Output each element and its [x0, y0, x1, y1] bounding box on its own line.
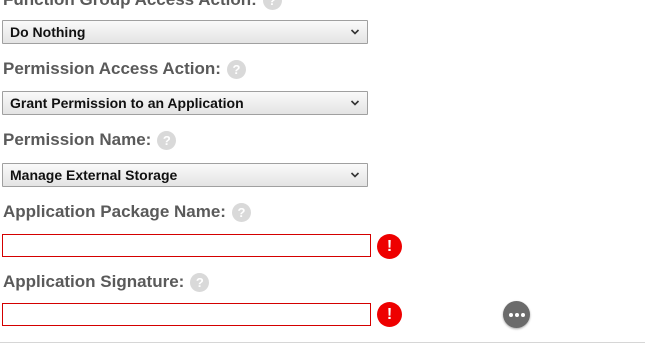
permission-access-action-value: Grant Permission to an Application: [10, 95, 244, 111]
help-icon[interactable]: ?: [262, 0, 282, 10]
more-options-dot: [520, 312, 525, 317]
function-group-access-action-value: Do Nothing: [10, 24, 86, 40]
function-group-access-action-label: Function Group Access Action:: [3, 0, 257, 12]
application-signature-input[interactable]: [2, 303, 371, 326]
application-package-name-input[interactable]: [2, 234, 371, 257]
application-package-name-label-row: Application Package Name: ?: [3, 200, 251, 224]
chevron-down-icon: [350, 100, 360, 106]
help-icon[interactable]: ?: [226, 59, 246, 79]
chevron-down-icon: [350, 29, 360, 35]
divider: [0, 342, 645, 343]
permission-name-label-row: Permission Name: ?: [3, 128, 177, 152]
permission-access-action-label: Permission Access Action:: [3, 59, 221, 78]
permission-name-label: Permission Name:: [3, 130, 152, 149]
exclamation-circle-icon: !: [377, 302, 402, 327]
help-icon[interactable]: ?: [190, 272, 210, 292]
more-options-dot: [508, 312, 513, 317]
more-options-dot: [514, 312, 519, 317]
chevron-down-icon: [350, 172, 360, 178]
help-icon[interactable]: ?: [231, 202, 251, 222]
permission-access-action-select[interactable]: Grant Permission to an Application: [2, 91, 368, 115]
permission-name-value: Manage External Storage: [10, 167, 178, 183]
function-group-access-action-label-row: Function Group Access Action: ?: [3, 0, 282, 12]
application-package-name-label: Application Package Name:: [3, 202, 226, 221]
permission-name-select[interactable]: Manage External Storage: [2, 163, 368, 187]
application-signature-label: Application Signature:: [3, 272, 185, 291]
help-icon[interactable]: ?: [157, 130, 177, 150]
exclamation-circle-icon: !: [377, 234, 402, 259]
permission-access-action-label-row: Permission Access Action: ?: [3, 57, 246, 81]
application-signature-label-row: Application Signature: ?: [3, 270, 210, 294]
function-group-access-action-select[interactable]: Do Nothing: [2, 20, 368, 44]
more-options-button[interactable]: [503, 301, 530, 328]
